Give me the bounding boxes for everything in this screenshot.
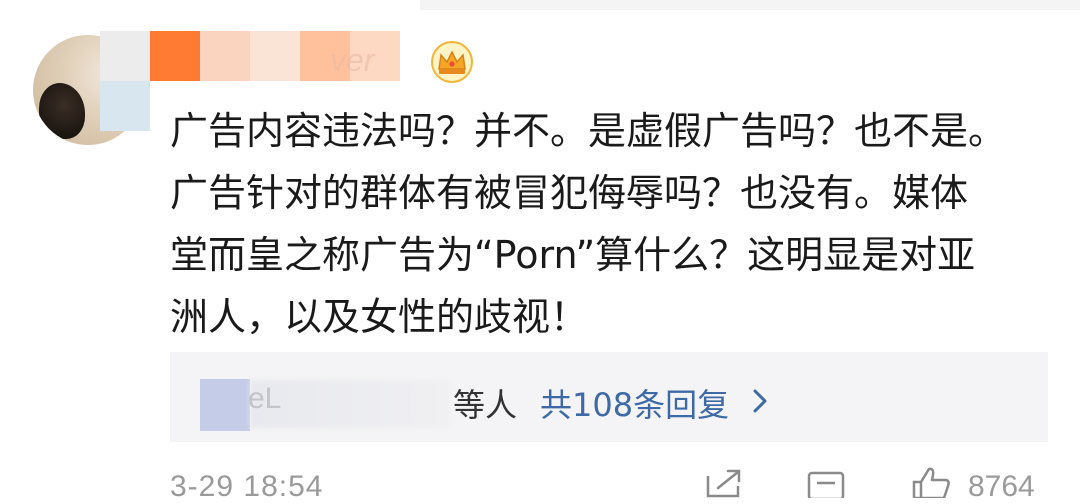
reply-count-link[interactable]: 共108条回复	[540, 380, 729, 426]
mosaic-block	[100, 81, 150, 131]
comment-line: 广告针对的群体有被冒犯侮辱吗？也没有。媒体	[170, 171, 969, 215]
reply-others-label: 等人	[453, 386, 518, 424]
username[interactable]: ver	[330, 42, 374, 79]
mosaic-block	[200, 31, 250, 81]
mosaic-block	[250, 31, 300, 81]
top-divider	[420, 0, 1080, 10]
comment-text: 广告内容违法吗？并不。是虚假广告吗？也不是。 广告针对的群体有被冒犯侮辱吗？也没…	[170, 100, 1050, 348]
chevron-right-icon[interactable]	[750, 386, 770, 416]
reply-summary[interactable]: eL 等人 共108条回复	[170, 352, 1048, 442]
mosaic-block	[100, 31, 150, 81]
timestamp: 3-29 18:54	[170, 470, 324, 503]
comment-line: 广告内容违法吗？并不。是虚假广告吗？也不是。	[170, 109, 1007, 153]
comment-icon[interactable]	[806, 470, 846, 498]
reply-name: eL	[248, 382, 282, 415]
avatar-photo	[39, 83, 85, 139]
mosaic-block	[150, 31, 200, 81]
crown-icon[interactable]	[430, 40, 474, 84]
share-icon[interactable]	[704, 468, 742, 498]
like-count: 8764	[968, 470, 1035, 503]
like-icon[interactable]	[910, 466, 952, 498]
comment-line: 堂而皇之称广告为“Porn”算什么？这明显是对亚	[170, 233, 976, 277]
reply-avatar	[200, 379, 250, 431]
username-mosaic[interactable]	[100, 31, 430, 81]
comment-line: 洲人，以及女性的歧视！	[170, 295, 589, 339]
